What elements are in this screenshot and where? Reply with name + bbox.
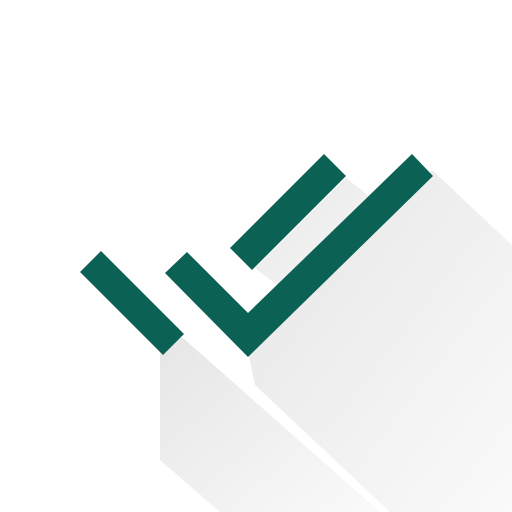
left-stroke [80, 251, 184, 355]
long-shadow [160, 170, 512, 512]
double-check-mark-icon [80, 154, 512, 512]
app-icon-canvas [0, 0, 512, 512]
